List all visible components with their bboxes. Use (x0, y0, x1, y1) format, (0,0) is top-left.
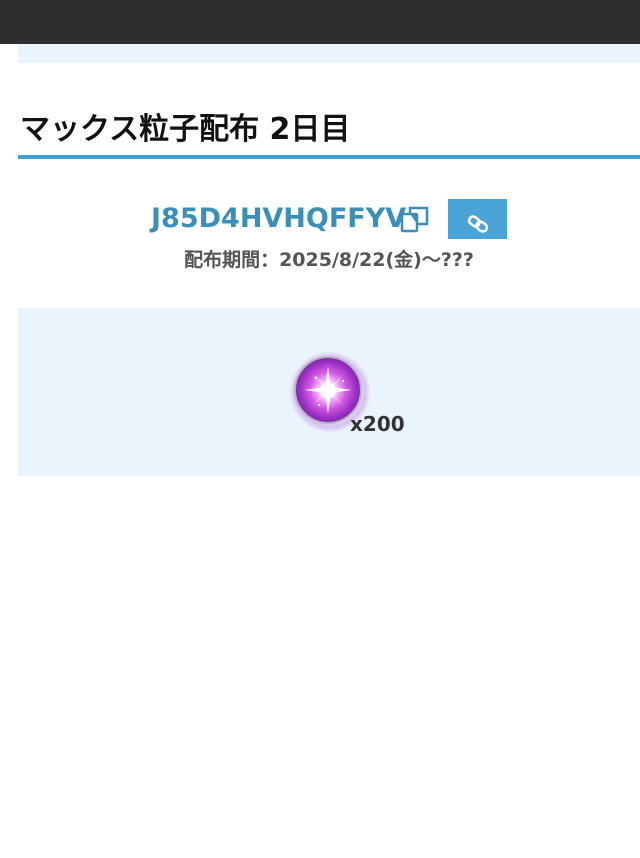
previous-section-box (18, 44, 640, 63)
top-bar (0, 0, 640, 44)
link-button[interactable] (448, 199, 507, 239)
link-icon (467, 215, 488, 233)
title-underline (18, 155, 640, 159)
section-title: マックス粒子配布 2日目 (20, 112, 351, 147)
copy-icon[interactable] (400, 205, 430, 233)
serial-code[interactable]: J85D4HVHQFFYV (151, 197, 406, 241)
code-row: J85D4HVHQFFYV (0, 197, 640, 241)
distribution-period: 配布期間：2025/8/22(金)〜??? (184, 249, 474, 271)
reward-panel: x200 (18, 308, 640, 476)
reward-quantity: x200 (350, 412, 405, 436)
